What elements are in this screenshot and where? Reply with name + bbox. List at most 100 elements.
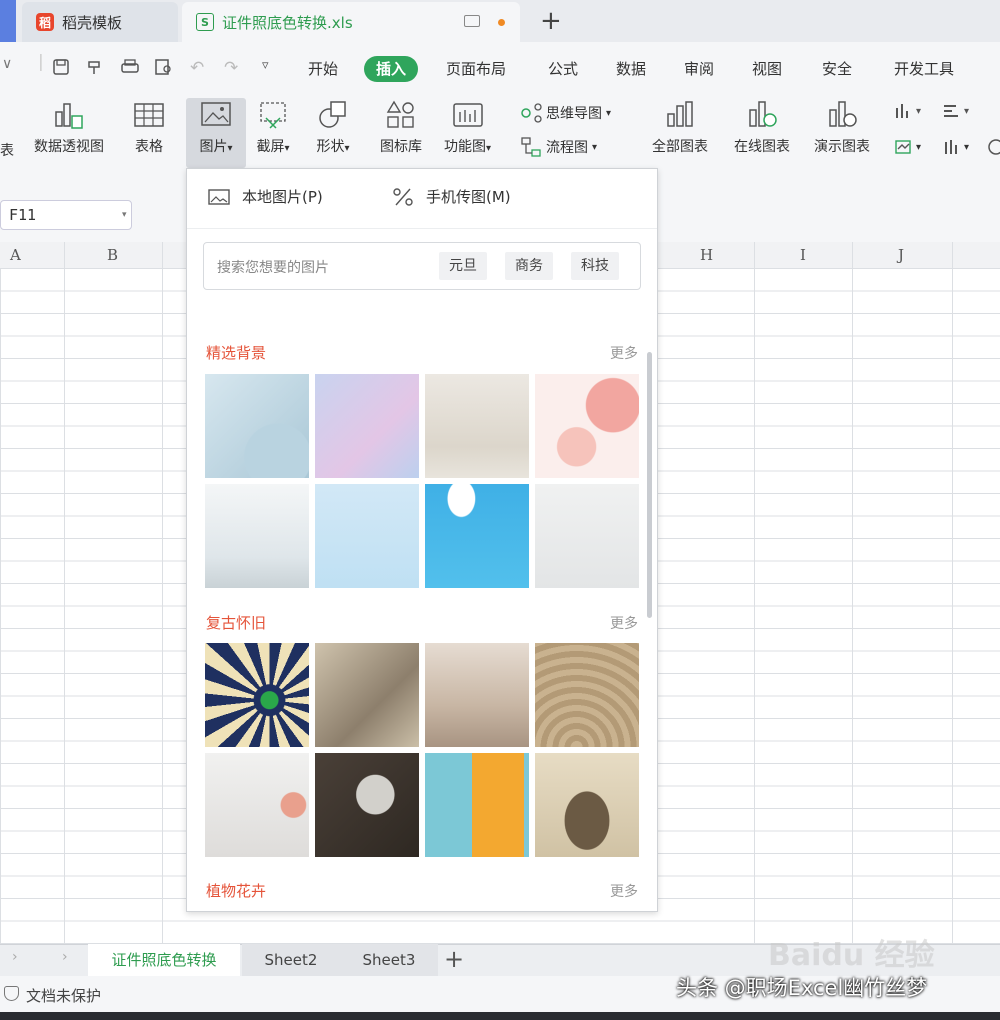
- picture-button[interactable]: 图片▾: [186, 98, 246, 168]
- phone-picture-label: 手机传图(M): [426, 188, 511, 206]
- name-box[interactable]: F11: [0, 200, 132, 230]
- mind-map-button[interactable]: 思维导图 ▾: [520, 102, 611, 124]
- tab-template-label: 稻壳模板: [62, 13, 123, 32]
- column-divider: [64, 242, 65, 944]
- background-thumbnail[interactable]: [425, 484, 529, 588]
- menu-developer[interactable]: 开发工具: [894, 56, 954, 82]
- chart-label: 表: [0, 143, 14, 159]
- retro-thumbnail[interactable]: [425, 753, 529, 857]
- background-thumbnail[interactable]: [535, 374, 639, 478]
- panel-scrollbar[interactable]: [647, 352, 652, 618]
- retro-thumbnail[interactable]: [535, 643, 639, 747]
- column-header-b[interactable]: B: [107, 246, 118, 264]
- save-icon[interactable]: [52, 58, 70, 76]
- shapes-button[interactable]: 形状▾: [316, 98, 350, 156]
- retro-thumbnail[interactable]: [425, 643, 529, 747]
- document-protection-status[interactable]: 文档未保护: [26, 985, 101, 1006]
- retro-thumbnail[interactable]: [205, 643, 309, 747]
- menu-data[interactable]: 数据: [616, 56, 646, 82]
- background-thumbnail[interactable]: [315, 374, 419, 478]
- menu-page-layout[interactable]: 页面布局: [446, 56, 506, 82]
- format-painter-icon[interactable]: [86, 58, 104, 76]
- background-thumbnail[interactable]: [425, 374, 529, 478]
- redo-icon[interactable]: ↷: [224, 58, 238, 78]
- search-placeholder: 搜索您想要的图片: [217, 260, 329, 276]
- icon-library-button[interactable]: 图标库: [380, 98, 422, 156]
- retro-thumbnail[interactable]: [315, 643, 419, 747]
- column-header-a[interactable]: A: [10, 246, 21, 264]
- menu-review[interactable]: 审阅: [684, 56, 714, 82]
- pivot-chart-button[interactable]: 数据透视图: [34, 98, 104, 156]
- phone-picture-option[interactable]: 手机传图(M): [392, 186, 511, 207]
- flow-chart-button[interactable]: 流程图 ▾: [520, 136, 597, 158]
- unsaved-dot-icon: [498, 19, 505, 26]
- customize-dropdown-icon[interactable]: ▿: [262, 58, 269, 73]
- function-chart-button[interactable]: 功能图▾: [444, 98, 491, 156]
- section-title-plants: 植物花卉: [206, 882, 267, 900]
- more-link-backgrounds[interactable]: 更多: [610, 343, 638, 363]
- background-thumbnail[interactable]: [205, 374, 309, 478]
- stock-chart-small-button[interactable]: ▾: [942, 138, 969, 156]
- all-charts-button[interactable]: 全部图表: [652, 98, 708, 156]
- chip-new-year[interactable]: 元旦: [439, 252, 487, 280]
- column-header-j[interactable]: J: [898, 246, 904, 264]
- column-header-i[interactable]: I: [800, 246, 806, 264]
- print-preview-icon[interactable]: [154, 58, 174, 76]
- sheet-tab-2[interactable]: Sheet2: [242, 944, 340, 976]
- separator: |: [38, 52, 44, 72]
- sheet-tab-1[interactable]: 证件照底色转换: [88, 944, 240, 976]
- screen-icon[interactable]: [464, 15, 480, 27]
- line-chart-small-button[interactable]: ▾: [894, 138, 921, 156]
- menu-view[interactable]: 视图: [752, 56, 782, 82]
- image-icon: [208, 188, 230, 205]
- flow-chart-label: 流程图: [546, 140, 588, 156]
- new-tab-button[interactable]: +: [540, 6, 562, 36]
- bar-chart-horizontal-icon: [944, 105, 958, 117]
- background-thumbnail[interactable]: [535, 484, 639, 588]
- chip-technology[interactable]: 科技: [571, 252, 619, 280]
- chip-business[interactable]: 商务: [505, 252, 553, 280]
- chevron-down-icon: ▾: [964, 105, 970, 117]
- undo-icon[interactable]: ↶: [190, 58, 204, 78]
- column-divider: [852, 242, 853, 944]
- chevron-down-icon[interactable]: ▾: [122, 210, 127, 220]
- menu-home[interactable]: 开始: [308, 56, 338, 82]
- panel-divider: [187, 228, 657, 229]
- tab-file[interactable]: S 证件照底色转换.xls: [182, 2, 520, 42]
- more-link-plants[interactable]: 更多: [610, 881, 638, 901]
- background-thumbnail[interactable]: [315, 484, 419, 588]
- print-icon[interactable]: [120, 58, 140, 76]
- stock-chart-icon: [945, 140, 957, 154]
- column-header-h[interactable]: H: [700, 246, 713, 264]
- sheet-tab-3[interactable]: Sheet3: [340, 944, 438, 976]
- screenshot-button[interactable]: 截屏▾: [256, 98, 290, 156]
- chart-button-partial[interactable]: 表: [0, 140, 14, 160]
- more-link-retro[interactable]: 更多: [610, 613, 638, 633]
- chevron-down-icon[interactable]: ∨: [2, 56, 12, 72]
- menu-security[interactable]: 安全: [822, 56, 852, 82]
- online-charts-label: 在线图表: [734, 139, 790, 155]
- demo-charts-button[interactable]: 演示图表: [814, 98, 870, 156]
- retro-thumbnail[interactable]: [535, 753, 639, 857]
- background-thumbnail[interactable]: [205, 484, 309, 588]
- sheet-nav-arrows[interactable]: › ›: [12, 949, 88, 965]
- chevron-down-icon: ▾: [964, 141, 970, 153]
- add-sheet-button[interactable]: +: [444, 944, 464, 974]
- menu-formulas[interactable]: 公式: [548, 56, 578, 82]
- tab-template[interactable]: 稻 稻壳模板: [22, 2, 178, 42]
- pie-chart-icon[interactable]: [986, 138, 1000, 156]
- demo-chart-icon: [829, 101, 857, 127]
- menu-insert[interactable]: 插入: [364, 56, 419, 82]
- table-button[interactable]: 表格: [132, 98, 166, 156]
- column-divider: [952, 242, 953, 944]
- online-charts-button[interactable]: 在线图表: [734, 98, 790, 156]
- section-title-backgrounds: 精选背景: [206, 344, 267, 362]
- local-picture-option[interactable]: 本地图片(P): [208, 186, 323, 207]
- picture-label: 图片: [199, 139, 228, 155]
- retro-thumbnail[interactable]: [205, 753, 309, 857]
- retro-thumbnail[interactable]: [315, 753, 419, 857]
- column-chart-small-button[interactable]: ▾: [894, 102, 921, 120]
- bar-chart-small-button[interactable]: ▾: [942, 102, 969, 120]
- home-tab-edge[interactable]: [0, 0, 16, 42]
- insert-ribbon: 表 数据透视图 表格 图片▾ 截屏▾ 形状▾ 图标库 功能图▾ 思维导图 ▾ 流程…: [0, 94, 1000, 169]
